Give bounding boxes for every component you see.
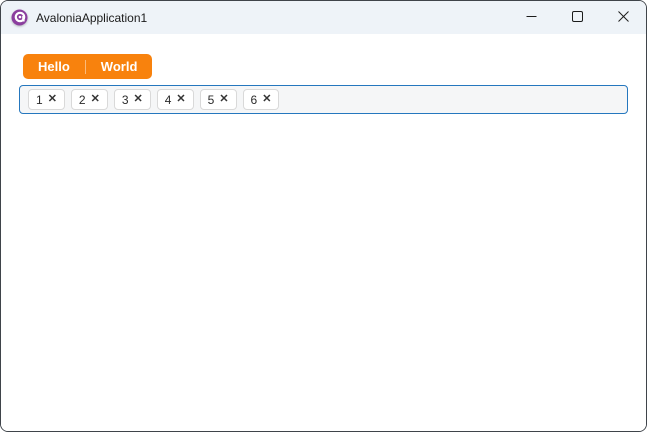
chip-remove-icon[interactable]: ✕ [176, 94, 185, 105]
chip-label: 2 [78, 92, 86, 107]
window-controls [508, 1, 646, 34]
chip-label: 3 [121, 92, 129, 107]
minimize-button[interactable] [508, 1, 554, 34]
tab-hello[interactable]: Hello [23, 54, 85, 79]
chip-item[interactable]: 5 ✕ [199, 89, 237, 110]
content-area: Hello World 1 ✕ 2 ✕ 3 ✕ 4 ✕ 5 ✕ 6 ✕ [1, 34, 646, 431]
maximize-button[interactable] [554, 1, 600, 34]
chip-item[interactable]: 6 ✕ [242, 89, 280, 110]
chip-label: 6 [250, 92, 258, 107]
titlebar: AvaloniaApplication1 [1, 1, 646, 34]
chip-item[interactable]: 4 ✕ [156, 89, 194, 110]
chip-item[interactable]: 3 ✕ [113, 89, 151, 110]
chip-remove-icon[interactable]: ✕ [91, 94, 100, 105]
chip-remove-icon[interactable]: ✕ [134, 94, 143, 105]
window-title: AvaloniaApplication1 [36, 10, 148, 25]
close-button[interactable] [600, 1, 646, 34]
chip-label: 5 [207, 92, 215, 107]
minimize-icon [526, 10, 537, 25]
chip-label: 4 [164, 92, 172, 107]
avalonia-logo-icon [11, 9, 28, 26]
tab-strip: Hello World [23, 54, 153, 79]
chip-label: 1 [36, 92, 43, 107]
chip-item[interactable]: 2 ✕ [70, 89, 108, 110]
close-icon [617, 10, 629, 25]
maximize-icon [571, 10, 583, 25]
chip-item[interactable]: 1 ✕ [28, 89, 65, 110]
chip-remove-icon[interactable]: ✕ [219, 94, 228, 105]
tab-world[interactable]: World [86, 54, 153, 79]
chip-remove-icon[interactable]: ✕ [262, 94, 271, 105]
chip-input[interactable]: 1 ✕ 2 ✕ 3 ✕ 4 ✕ 5 ✕ 6 ✕ [19, 85, 628, 114]
chip-remove-icon[interactable]: ✕ [48, 94, 57, 105]
app-window: AvaloniaApplication1 Hello World 1 ✕ 2 ✕… [0, 0, 647, 432]
